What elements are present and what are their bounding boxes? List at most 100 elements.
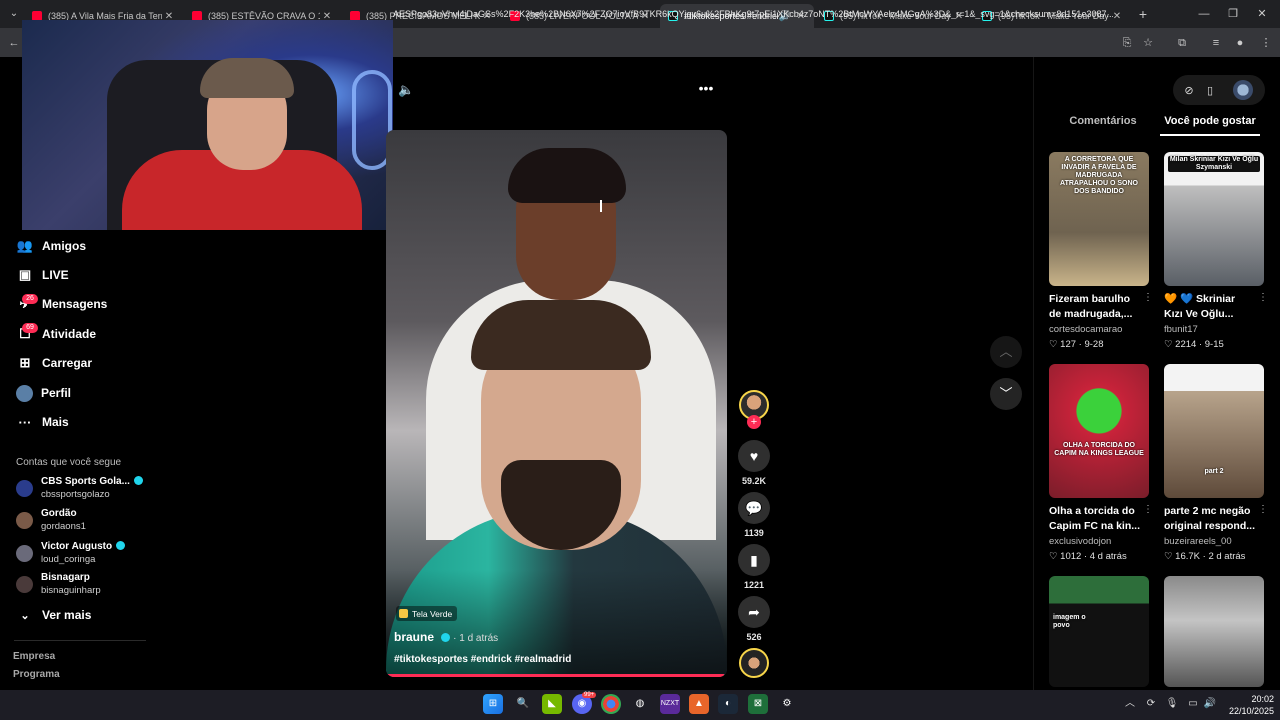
heart-outline-icon: ♡: [1164, 339, 1176, 350]
chevron-down-icon: ﹀: [999, 386, 1013, 401]
post-time: · 1 d atrás: [453, 633, 499, 644]
video-thumbnail[interactable]: [1164, 576, 1264, 687]
heart-outline-icon: ♡: [1049, 339, 1061, 350]
media-controls-icon[interactable]: ≡: [1208, 35, 1224, 51]
video-player[interactable]: Tela Verde braune · 1 d atrás #tiktokesp…: [386, 130, 727, 677]
sidebar-item-more[interactable]: ··· Mais: [16, 411, 69, 433]
card-more-icon[interactable]: ⋮: [1258, 504, 1268, 515]
tray-chevron-up-icon[interactable]: ︿: [1123, 697, 1137, 711]
sync-icon[interactable]: ⟳: [1144, 697, 1158, 711]
effect-icon: [399, 609, 408, 618]
windows-start-icon[interactable]: ⊞: [483, 694, 503, 714]
video-person-back-hair: [508, 148, 626, 203]
steam-icon[interactable]: ◐: [718, 694, 738, 714]
save-count: 1221: [743, 580, 765, 590]
clock-time[interactable]: 20:02: [1224, 694, 1274, 704]
like-button[interactable]: ♥: [738, 440, 770, 472]
verified-icon: [441, 633, 451, 642]
search-icon[interactable]: 🔍: [513, 694, 533, 714]
card-more-icon[interactable]: ⋮: [1143, 504, 1153, 515]
minimize-button[interactable]: —: [1193, 5, 1215, 23]
video-author-line: braune · 1 d atrás: [394, 630, 498, 644]
divider: [14, 640, 146, 641]
avatar: [16, 512, 33, 529]
video-thumbnail[interactable]: imagem o povo: [1049, 576, 1149, 687]
activity-badge: 69: [22, 323, 38, 333]
new-tab-button[interactable]: +: [1134, 5, 1152, 23]
avatar: [16, 480, 33, 497]
footer-link[interactable]: Empresa: [13, 651, 55, 662]
browser-menu-icon[interactable]: ⋮: [1258, 35, 1274, 51]
following-account[interactable]: Victor Augusto loud_coringa: [16, 541, 156, 571]
sidebar-item-friends[interactable]: 👥 Amigos: [16, 235, 86, 257]
card-more-icon[interactable]: ⋮: [1258, 292, 1268, 303]
share-icon: ➦: [748, 604, 760, 620]
following-account[interactable]: CBS Sports Gola... cbssportsgolazo: [16, 476, 156, 506]
like-count: 59.2K: [741, 476, 767, 486]
clock-date[interactable]: 22/10/2025: [1214, 706, 1274, 716]
maximize-button[interactable]: ❐: [1222, 5, 1244, 23]
excel-icon[interactable]: ⊠: [748, 694, 768, 714]
active-tab-indicator: [1160, 134, 1260, 136]
nzxt-icon[interactable]: NZXT: [660, 694, 680, 714]
volume-icon[interactable]: 🔈: [398, 82, 414, 98]
sidebar-item-upload[interactable]: ⊞ Carregar: [16, 352, 92, 374]
verified-icon: [116, 541, 126, 550]
bookmark-star-icon[interactable]: ☆: [1140, 35, 1156, 51]
more-options-icon[interactable]: •••: [697, 80, 715, 96]
comment-count: 1139: [744, 528, 764, 538]
extensions-icon[interactable]: ⧉: [1174, 35, 1190, 51]
obs-icon[interactable]: ◍: [630, 694, 650, 714]
sidebar-item-profile[interactable]: Perfil: [16, 382, 71, 404]
tab-comments[interactable]: Comentários: [1050, 115, 1156, 127]
comment-icon: 💬: [745, 500, 763, 516]
video-thumbnail[interactable]: Milan Skriniar Kızı Ve Oğlu Szymanski: [1164, 152, 1264, 286]
discord-badge: 99+: [582, 692, 597, 698]
url-field[interactable]: AESPgo83uVhvl4jDaGSs%2F2K3he%2BN6X7%2FZO…: [393, 9, 1113, 19]
share-button[interactable]: ➦: [738, 596, 770, 628]
tab-you-may-like[interactable]: Você pode gostar: [1160, 115, 1260, 127]
see-more-button[interactable]: ⌄ Ver mais: [16, 604, 91, 626]
video-thumbnail[interactable]: A CORRETORA QUE INVADIR A FAVELA DE MADR…: [1049, 152, 1149, 286]
friends-icon: 👥: [16, 238, 34, 253]
video-thumbnail[interactable]: OLHA A TORCIDA DO CAPIM NA KINGS LEAGUE: [1049, 364, 1149, 498]
webcam-overlay: [22, 20, 393, 230]
chrome-icon[interactable]: [601, 694, 621, 714]
close-window-button[interactable]: ✕: [1251, 5, 1273, 23]
following-account[interactable]: Gordão gordaons1: [16, 508, 156, 538]
footer-link[interactable]: Programa: [13, 669, 60, 680]
nvidia-icon[interactable]: ◣: [542, 694, 562, 714]
phone-icon[interactable]: ▯: [1199, 80, 1221, 102]
compass-icon[interactable]: ⊘: [1178, 80, 1200, 102]
save-button[interactable]: ▮: [738, 544, 770, 576]
video-thumbnail[interactable]: part 2: [1164, 364, 1264, 498]
network-icon[interactable]: ▭: [1186, 697, 1200, 711]
next-video-button[interactable]: ﹀: [990, 378, 1022, 410]
following-heading: Contas que você segue: [16, 457, 122, 468]
tab-search-icon[interactable]: ⌄: [6, 6, 22, 22]
comment-button[interactable]: 💬: [738, 492, 770, 524]
following-account[interactable]: Bisnagarp bisnaguinharp: [16, 572, 156, 602]
back-icon[interactable]: ←: [6, 35, 22, 51]
avatar: [16, 576, 33, 593]
install-app-icon[interactable]: ⎘: [1119, 35, 1135, 51]
effect-chip[interactable]: Tela Verde: [396, 606, 458, 621]
author-name[interactable]: braune: [394, 630, 434, 644]
heart-icon: ♥: [749, 448, 759, 464]
messages-badge: 26: [22, 294, 38, 304]
heart-outline-icon: ♡: [1049, 551, 1061, 562]
card-more-icon[interactable]: ⋮: [1143, 292, 1153, 303]
previous-video-button[interactable]: ︿: [990, 336, 1022, 368]
settings-gear-icon[interactable]: ⚙: [777, 694, 797, 714]
profile-icon[interactable]: ●: [1232, 35, 1248, 51]
sidebar-item-live[interactable]: ▣ LIVE: [16, 264, 69, 286]
streamer-hair: [200, 58, 294, 98]
more-icon: ···: [18, 414, 32, 430]
microphone-icon[interactable]: 🎙: [1165, 697, 1179, 711]
follow-plus-icon[interactable]: +: [747, 415, 761, 429]
apex-icon[interactable]: ▲: [689, 694, 709, 714]
music-disc[interactable]: [739, 648, 769, 678]
video-progress-fill: [386, 674, 724, 677]
user-avatar[interactable]: [1233, 80, 1253, 100]
video-hashtags[interactable]: #tiktokesportes #endrick #realmadrid: [394, 654, 571, 665]
